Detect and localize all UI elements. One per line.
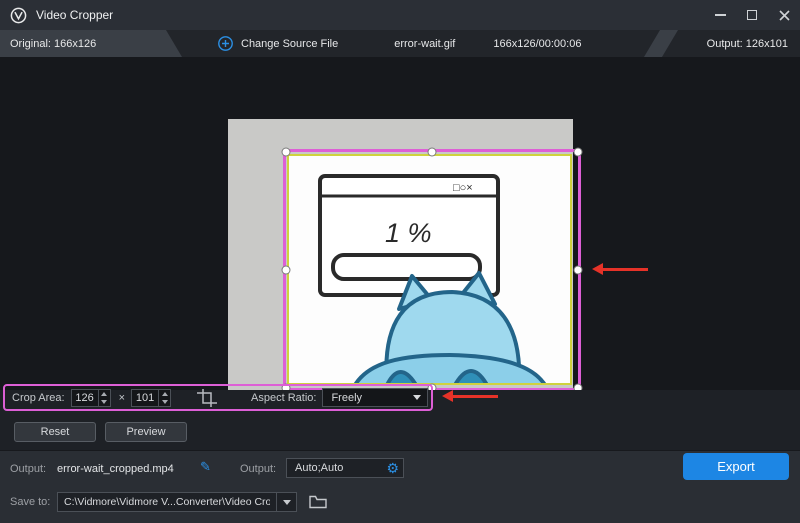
crop-height-field — [131, 389, 171, 407]
arrow-shaft — [453, 395, 498, 398]
annotation-arrow-crop-area — [592, 263, 648, 275]
crop-height-input[interactable] — [132, 390, 158, 406]
source-dimensions-duration: 166x126/00:00:06 — [493, 38, 581, 50]
minimize-icon — [715, 14, 726, 16]
down-arrow-icon — [101, 400, 107, 404]
crop-area-label: Crop Area: — [12, 392, 65, 404]
output-format-value: Auto;Auto — [295, 462, 343, 474]
output-name-label: Output: — [10, 463, 46, 475]
save-to-label: Save to: — [10, 496, 50, 508]
down-arrow-icon — [162, 400, 168, 404]
preview-area: □○× 1 % — [0, 57, 800, 390]
crop-height-steppers — [158, 390, 170, 406]
crop-width-steppers — [98, 390, 110, 406]
source-filename: error-wait.gif — [394, 38, 455, 50]
up-arrow-icon — [101, 392, 107, 396]
aspect-ratio-value: Freely — [331, 392, 362, 404]
output-size-tab: Output: 126x101 — [662, 30, 800, 57]
aspect-ratio-label: Aspect Ratio: — [251, 392, 316, 404]
dimension-separator: × — [119, 392, 125, 404]
browse-folder-button[interactable] — [306, 492, 330, 512]
arrow-shaft — [603, 268, 648, 271]
output-filename: error-wait_cropped.mp4 — [57, 463, 174, 475]
crop-settings-row-highlight: Crop Area: × Aspect Ratio: Freely — [3, 384, 433, 411]
aspect-ratio-dropdown[interactable]: Freely — [322, 388, 428, 407]
crop-handle-mid-left[interactable] — [282, 266, 291, 275]
preview-button[interactable]: Preview — [105, 422, 187, 442]
save-path-dropdown-button[interactable] — [276, 493, 296, 511]
window-title: Video Cropper — [36, 8, 113, 22]
titlebar: Video Cropper — [0, 0, 800, 30]
crop-width-input[interactable] — [72, 390, 98, 406]
crop-selection-rect[interactable] — [283, 149, 581, 391]
annotation-arrow-crop-settings — [442, 390, 498, 402]
add-source-icon[interactable] — [218, 36, 233, 51]
crop-height-decrement[interactable] — [159, 398, 170, 406]
arrow-head-icon — [592, 263, 603, 275]
crop-width-decrement[interactable] — [99, 398, 110, 406]
crop-handle-mid-right[interactable] — [574, 266, 583, 275]
chevron-down-icon — [413, 395, 421, 400]
format-settings-gear-icon[interactable]: ⚙ — [386, 461, 399, 475]
crop-handle-top-right[interactable] — [574, 148, 583, 157]
save-path-combo — [57, 492, 297, 512]
up-arrow-icon — [162, 392, 168, 396]
close-button[interactable] — [768, 0, 800, 30]
edit-filename-icon[interactable]: ✎ — [200, 459, 211, 475]
output-format-dropdown[interactable]: Auto;Auto ⚙ — [286, 458, 404, 478]
save-path-input[interactable] — [58, 493, 276, 511]
crop-handle-top-left[interactable] — [282, 148, 291, 157]
crop-center-icon[interactable] — [195, 388, 221, 408]
maximize-button[interactable] — [736, 0, 768, 30]
output-format-label: Output: — [240, 463, 276, 475]
crop-width-increment[interactable] — [99, 390, 110, 398]
crop-height-increment[interactable] — [159, 390, 170, 398]
change-source-file-button[interactable]: Change Source File — [241, 38, 338, 50]
app-logo-icon — [10, 7, 27, 24]
crop-handle-top-center[interactable] — [428, 148, 437, 157]
maximize-icon — [747, 10, 757, 20]
info-bar: Original: 166x126 Change Source File err… — [0, 30, 800, 57]
folder-icon — [309, 495, 327, 509]
output-size-label: Output: 126x101 — [707, 38, 788, 50]
source-file-tab: Change Source File error-wait.gif 166x12… — [166, 30, 660, 57]
arrow-head-icon — [442, 390, 453, 402]
crop-width-field — [71, 389, 111, 407]
original-size-label: Original: 166x126 — [10, 30, 96, 57]
reset-button[interactable]: Reset — [14, 422, 96, 442]
chevron-down-icon — [283, 500, 291, 505]
minimize-button[interactable] — [704, 0, 736, 30]
export-button[interactable]: Export — [683, 453, 789, 480]
close-icon — [779, 10, 790, 21]
window-controls — [704, 0, 800, 30]
video-cropper-window: Video Cropper Original: 166x126 Change S… — [0, 0, 800, 523]
